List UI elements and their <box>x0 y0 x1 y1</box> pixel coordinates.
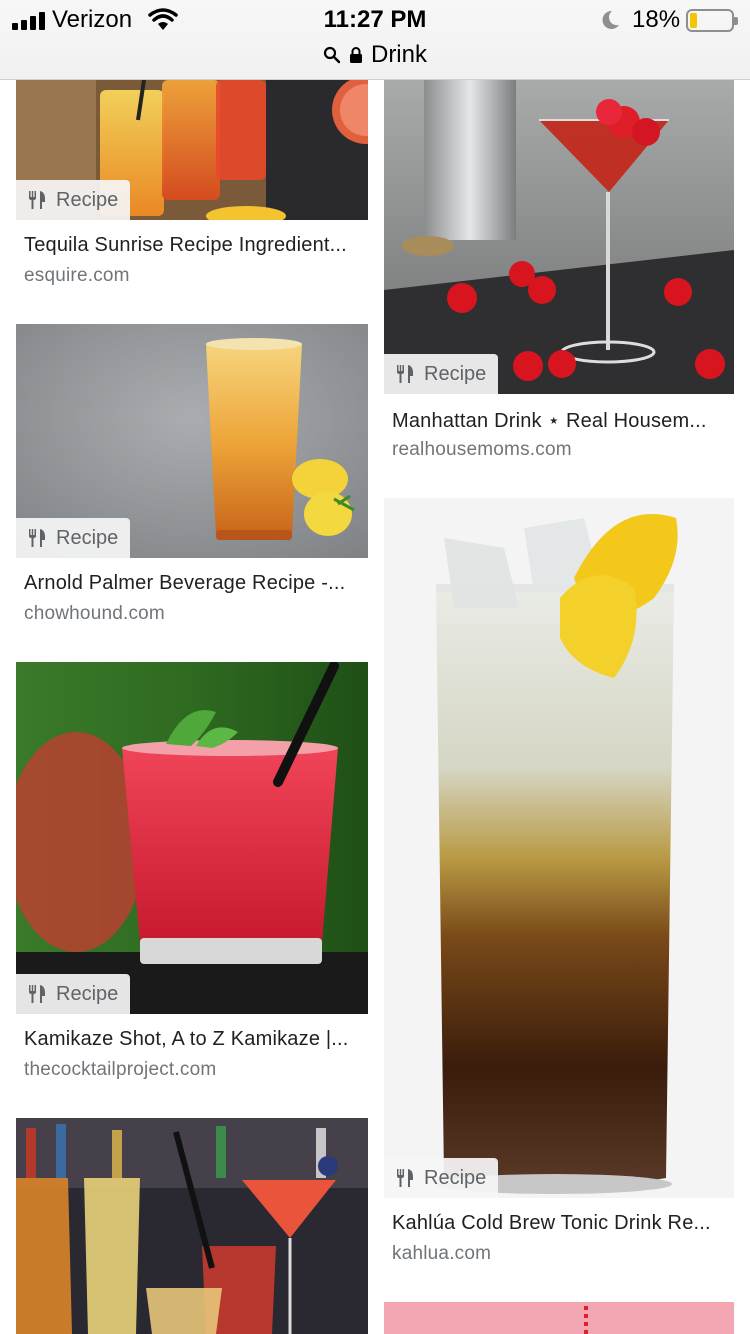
result-title[interactable]: Tequila Sunrise Recipe Ingredient... <box>24 234 360 257</box>
recipe-badge: Recipe <box>384 354 499 394</box>
kahlua-tonic-photo <box>384 498 734 1198</box>
top-bar: Verizon 11:27 PM 18% Drink <box>0 0 750 80</box>
result-image[interactable] <box>16 662 368 1014</box>
battery-nub <box>734 17 738 25</box>
fork-knife-icon <box>397 1169 413 1187</box>
result-source: chowhound.com <box>24 603 165 624</box>
search-icon <box>323 46 341 64</box>
pink-drink-photo <box>384 1302 734 1334</box>
result-card-manhattan[interactable]: Recipe Manhattan Drink ⋆ Real Housem... … <box>384 80 734 470</box>
result-card-kamikaze[interactable]: Recipe Kamikaze Shot, A to Z Kamikaze |.… <box>16 662 368 1090</box>
lock-icon <box>349 47 362 63</box>
recipe-badge: Recipe <box>16 180 131 220</box>
result-source: kahlua.com <box>392 1243 492 1264</box>
result-card-cocktails[interactable] <box>16 1118 368 1334</box>
status-bar: Verizon 11:27 PM 18% <box>0 0 750 40</box>
recipe-badge-label: Recipe <box>424 362 487 385</box>
result-source: realhousemoms.com <box>392 439 572 460</box>
recipe-badge: Recipe <box>16 974 131 1014</box>
result-source: thecocktailproject.com <box>24 1059 217 1080</box>
fork-knife-icon <box>29 191 45 209</box>
cocktails-photo <box>16 1118 368 1334</box>
result-title[interactable]: Kahlúa Cold Brew Tonic Drink Re... <box>392 1212 726 1235</box>
battery-fill <box>690 13 697 28</box>
recipe-badge-label: Recipe <box>56 982 119 1005</box>
result-source: esquire.com <box>24 265 130 286</box>
recipe-badge-label: Recipe <box>56 526 119 549</box>
result-title[interactable]: Manhattan Drink ⋆ Real Housem... <box>392 408 726 433</box>
result-image[interactable] <box>384 1302 734 1334</box>
url-text: Drink <box>370 41 427 68</box>
battery-icon <box>686 9 738 32</box>
url-bar[interactable]: Drink <box>0 38 750 72</box>
fork-knife-icon <box>29 985 45 1003</box>
recipe-badge-label: Recipe <box>56 188 119 211</box>
recipe-badge: Recipe <box>384 1158 499 1198</box>
manhattan-photo <box>384 80 734 394</box>
result-image[interactable] <box>384 80 734 394</box>
recipe-badge-label: Recipe <box>424 1166 487 1189</box>
result-title[interactable]: Arnold Palmer Beverage Recipe -... <box>24 572 360 595</box>
result-card-kahlua[interactable]: Recipe Kahlúa Cold Brew Tonic Drink Re..… <box>384 498 734 1268</box>
result-image[interactable] <box>384 498 734 1198</box>
fork-knife-icon <box>397 365 413 383</box>
result-card-tequila-sunrise[interactable]: Recipe Tequila Sunrise Recipe Ingredient… <box>16 80 368 290</box>
kamikaze-photo <box>16 662 368 1014</box>
result-card-pink-drink[interactable] <box>384 1302 734 1334</box>
battery-percent: 18% <box>632 6 681 33</box>
do-not-disturb-moon-icon <box>602 10 619 29</box>
fork-knife-icon <box>29 529 45 547</box>
recipe-badge: Recipe <box>16 518 131 558</box>
result-image[interactable] <box>16 1118 368 1334</box>
result-title[interactable]: Kamikaze Shot, A to Z Kamikaze |... <box>24 1028 360 1051</box>
result-card-arnold-palmer[interactable]: Recipe Arnold Palmer Beverage Recipe -..… <box>16 324 368 634</box>
